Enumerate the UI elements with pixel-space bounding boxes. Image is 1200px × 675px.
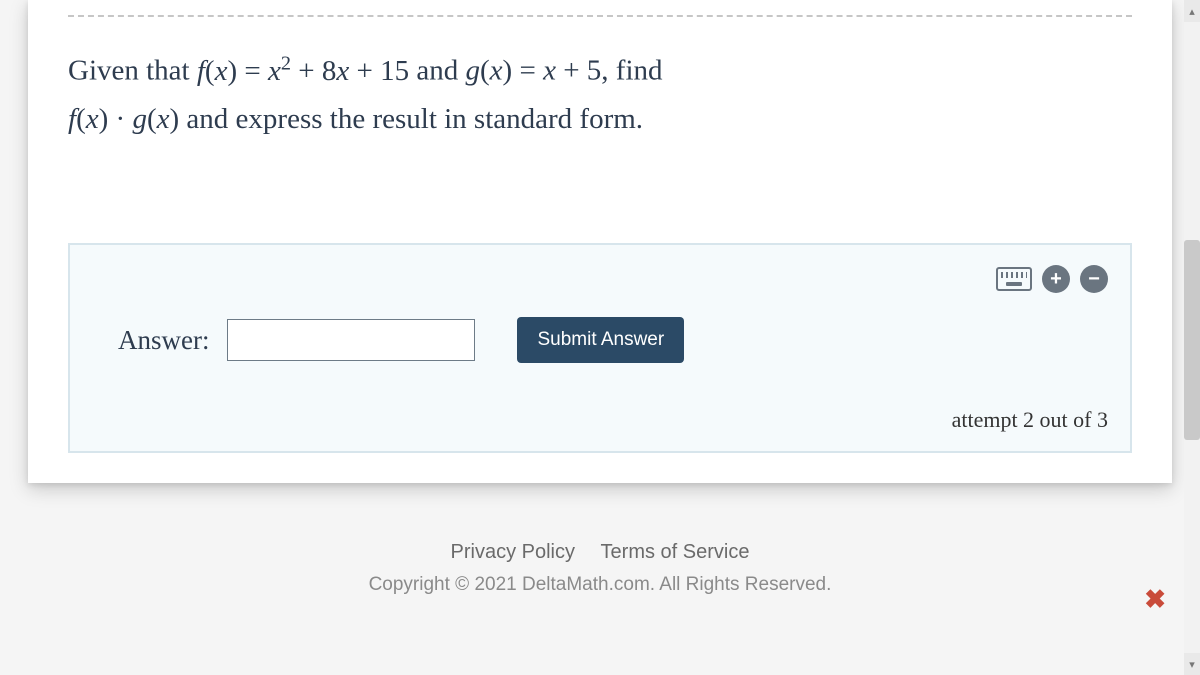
submit-button[interactable]: Submit Answer <box>517 317 684 363</box>
answer-tools: + − <box>92 265 1108 293</box>
problem-card: Given that f(x) = x2 + 8x + 15 and g(x) … <box>28 0 1172 483</box>
terms-link[interactable]: Terms of Service <box>601 541 750 563</box>
q-mid1: and <box>409 55 465 87</box>
zoom-in-button[interactable]: + <box>1042 265 1070 293</box>
attempt-counter: attempt 2 out of 3 <box>92 407 1108 433</box>
scroll-down-button[interactable]: ▾ <box>1184 653 1200 675</box>
footer-links: Privacy Policy Terms of Service <box>0 541 1200 564</box>
math-g: g(x) = x + 5 <box>465 55 601 87</box>
math-f: f(x) = x2 + 8x + 15 <box>197 55 409 87</box>
scrollbar-thumb[interactable] <box>1184 240 1200 440</box>
q-suffix: and express the result in standard form. <box>179 103 643 135</box>
keyboard-icon[interactable] <box>996 267 1032 291</box>
privacy-link[interactable]: Privacy Policy <box>451 541 575 563</box>
copyright-text: Copyright © 2021 DeltaMath.com. All Righ… <box>0 574 1200 596</box>
answer-row: Answer: Submit Answer <box>92 317 1108 373</box>
q-prefix: Given that <box>68 55 197 87</box>
q-mid2: , find <box>601 55 662 87</box>
math-product: f(x) · g(x) <box>68 103 179 135</box>
footer: Privacy Policy Terms of Service Copyrigh… <box>0 541 1200 596</box>
answer-label: Answer: <box>118 325 209 356</box>
divider <box>68 15 1132 17</box>
zoom-out-button[interactable]: − <box>1080 265 1108 293</box>
meta-row <box>28 0 1172 15</box>
close-icon[interactable]: ✖ <box>1144 584 1166 615</box>
answer-input[interactable] <box>227 319 475 361</box>
scroll-up-button[interactable]: ▴ <box>1184 0 1200 22</box>
answer-block: + − Answer: Submit Answer attempt 2 out … <box>68 243 1132 453</box>
question-text: Given that f(x) = x2 + 8x + 15 and g(x) … <box>28 47 1172 143</box>
